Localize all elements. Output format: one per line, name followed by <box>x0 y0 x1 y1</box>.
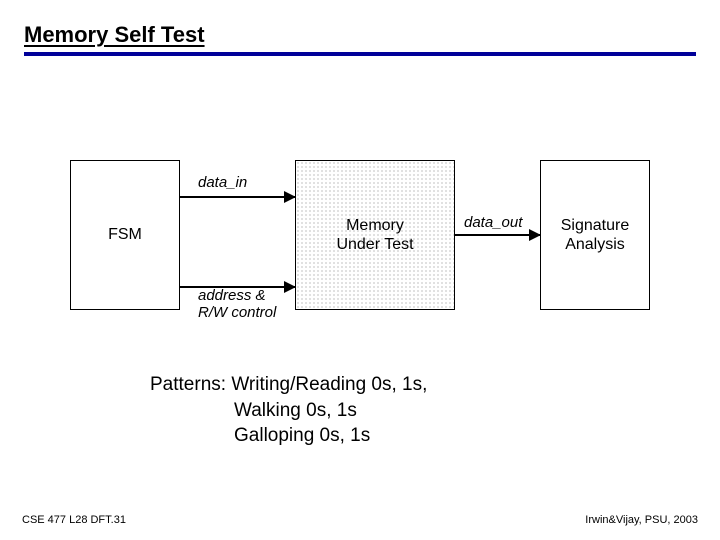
memory-label-line2: Under Test <box>336 236 413 253</box>
patterns-line3: Galloping 0s, 1s <box>150 423 370 449</box>
block-diagram: FSM Memory Under Test Signature Analysis… <box>70 160 650 320</box>
title-underline <box>24 52 696 56</box>
fsm-label: FSM <box>108 225 142 244</box>
addr-line2: R/W control <box>198 304 276 321</box>
patterns-line1: Patterns: Writing/Reading 0s, 1s, <box>150 372 427 398</box>
data-in-label: data_in <box>198 174 247 191</box>
footer-right: Irwin&Vijay, PSU, 2003 <box>585 514 698 526</box>
data-out-arrow <box>455 234 540 236</box>
fsm-block: FSM <box>70 160 180 310</box>
data-in-arrow <box>180 196 295 198</box>
page-title: Memory Self Test <box>24 22 205 48</box>
signature-analysis-block: Signature Analysis <box>540 160 650 310</box>
patterns-text: Patterns: Writing/Reading 0s, 1s, Walkin… <box>150 372 427 449</box>
addr-line1: address & <box>198 287 266 304</box>
patterns-line2: Walking 0s, 1s <box>150 398 357 424</box>
memory-under-test-block: Memory Under Test <box>295 160 455 310</box>
memory-label: Memory Under Test <box>332 216 417 254</box>
signature-label-line2: Analysis <box>565 235 625 254</box>
footer-left: CSE 477 L28 DFT.31 <box>22 514 126 526</box>
address-rw-label: address & R/W control <box>198 288 276 321</box>
signature-label-line1: Signature <box>561 216 630 235</box>
data-out-label: data_out <box>464 214 522 231</box>
memory-label-line1: Memory <box>346 217 404 234</box>
